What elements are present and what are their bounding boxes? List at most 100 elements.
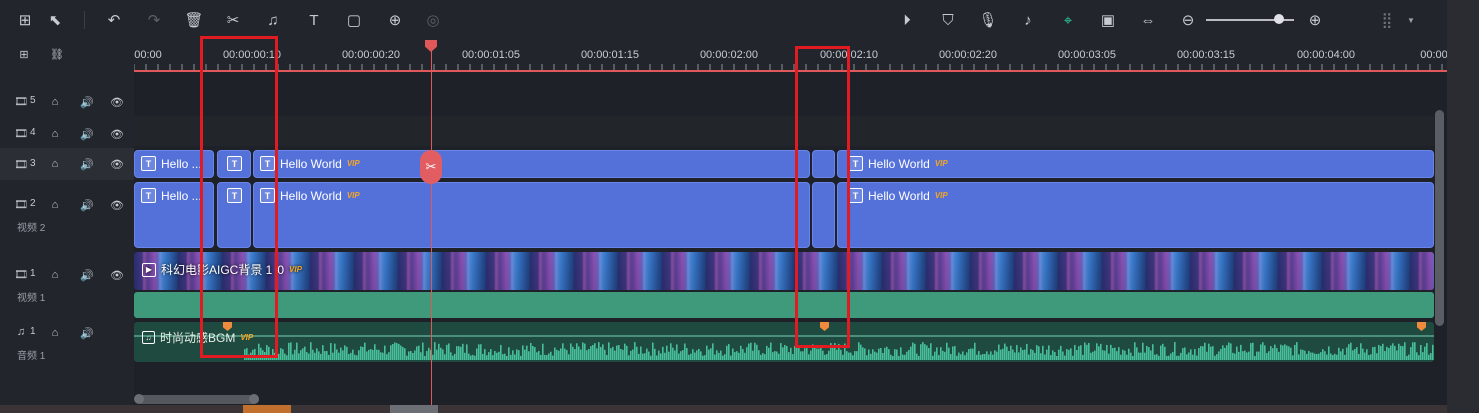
- eye-icon[interactable]: 👁: [109, 157, 125, 171]
- highlight-box: [200, 36, 278, 358]
- clip-title: Hello World: [868, 188, 930, 203]
- audio-waveform: [134, 335, 1434, 360]
- ruler-label: 00:00: [134, 49, 162, 61]
- zoom-in-icon[interactable]: ⊕: [1304, 9, 1326, 31]
- video-audio-strip[interactable]: [134, 292, 1434, 318]
- vertical-scrollbar[interactable]: [1435, 110, 1444, 326]
- text-clip[interactable]: T Hello World VIP: [253, 150, 810, 178]
- undo-icon[interactable]: ↶: [103, 9, 125, 31]
- vip-badge: VIP: [934, 159, 948, 168]
- ruler-label: 00:00:00:20: [341, 49, 401, 61]
- fit-timeline-icon[interactable]: ⇔: [1137, 9, 1159, 31]
- text-clip[interactable]: T Hello World VIP: [837, 182, 1434, 248]
- track-label: 视频 1: [17, 293, 46, 304]
- clip-title: Hello World: [280, 156, 342, 171]
- audio-clip[interactable]: ♫ 时尚动感BGM VIP: [134, 322, 1434, 362]
- vip-badge: VIP: [346, 191, 360, 200]
- render-preview-icon[interactable]: ⏵: [896, 9, 918, 31]
- scroll-handle-right[interactable]: [249, 394, 259, 404]
- ruler-label: 00:00:02:20: [938, 49, 998, 61]
- chevron-down-icon[interactable]: ▼: [1400, 9, 1422, 31]
- lock-icon[interactable]: ⌂: [47, 157, 63, 171]
- eye-icon[interactable]: 👁: [109, 198, 125, 212]
- preview-toggle-icon[interactable]: ▣: [1097, 9, 1119, 31]
- crop-icon[interactable]: ▢: [343, 9, 365, 31]
- clip-title: Hello World: [280, 188, 342, 203]
- clip-title-suffix: 0: [277, 262, 285, 277]
- speaker-icon[interactable]: 🔊: [79, 326, 95, 340]
- horizontal-scrollbar[interactable]: [137, 395, 259, 404]
- lock-icon[interactable]: ⌂: [47, 268, 63, 282]
- zoom-out-icon[interactable]: ⊖: [1177, 9, 1199, 31]
- eye-icon[interactable]: 👁: [109, 95, 125, 109]
- scroll-handle-left[interactable]: [134, 394, 144, 404]
- right-edge-panel: [1447, 0, 1479, 413]
- track-header-4[interactable]: 🎞 4 ⌂ 🔊 👁: [0, 124, 134, 144]
- text-clip-icon: T: [141, 188, 156, 203]
- snap-magnet-icon[interactable]: ⌖: [1057, 9, 1079, 31]
- playhead-line[interactable]: [431, 42, 432, 413]
- lane-5[interactable]: [134, 72, 1434, 104]
- zoom-slider-knob[interactable]: [1274, 14, 1284, 24]
- toolbar-divider: [84, 11, 85, 29]
- bottom-bar-segment: [390, 405, 438, 413]
- speaker-icon[interactable]: 🔊: [79, 198, 95, 212]
- vip-badge: VIP: [289, 265, 302, 274]
- ruler-label: 00:00:03:15: [1176, 49, 1236, 61]
- track-header-audio-1[interactable]: ♫ 1 ⌂ 🔊 音频 1: [0, 324, 134, 364]
- play-icon: ▶: [142, 262, 156, 277]
- timeline-ruler[interactable]: 00:00 00:00:00:10 00:00:00:20 00:00:01:0…: [134, 40, 1447, 72]
- video-track-icon: 🎞: [14, 158, 28, 171]
- settings-grid-icon[interactable]: ⣿: [1376, 9, 1398, 31]
- track-header-5[interactable]: 🎞 5 ⌂ 🔊 👁: [0, 92, 134, 112]
- lock-icon[interactable]: ⌂: [47, 127, 63, 141]
- speaker-icon[interactable]: 🔊: [79, 157, 95, 171]
- speaker-icon[interactable]: 🔊: [79, 127, 95, 141]
- unlink-icon[interactable]: ⛓: [49, 47, 65, 61]
- timeline-tracks[interactable]: T Hello ... T T Hello World VIP T Hello Worl…: [134, 72, 1434, 392]
- add-track-icon[interactable]: ⊞: [16, 47, 32, 61]
- music-note-icon[interactable]: ♪: [1017, 9, 1039, 31]
- text-tool-icon[interactable]: T: [303, 9, 325, 31]
- vip-badge: VIP: [934, 191, 948, 200]
- eye-icon[interactable]: 👁: [109, 127, 125, 141]
- audio-edit-icon[interactable]: ♫: [262, 9, 284, 31]
- text-clip-icon: T: [848, 188, 863, 203]
- track-number: 3: [30, 158, 36, 169]
- eye-icon[interactable]: 👁: [109, 268, 125, 282]
- select-cursor-icon[interactable]: ⬉: [44, 9, 66, 31]
- marker-icon[interactable]: ⛉: [937, 9, 959, 31]
- ruler-label: 00:00:01:15: [580, 49, 640, 61]
- text-clip[interactable]: T Hello World VIP: [253, 182, 810, 248]
- delete-icon[interactable]: 🗑: [183, 9, 205, 31]
- ruler-label: 00:00:01:05: [461, 49, 521, 61]
- redo-icon[interactable]: ↷: [143, 9, 165, 31]
- toolbar: ⊞ ⬉ ↶ ↷ 🗑 ✂ ♫ T ▢ ⊕ ◎ ⏵ ⛉ 🎙 ♪ ⌖ ▣ ⇔ ⊖ ⊕ …: [0, 0, 1447, 40]
- ruler-label: 00:00:02:00: [699, 49, 759, 61]
- track-header-panel: ⊞ ⛓ 🎞 5 ⌂ 🔊 👁 🎞 4 ⌂ 🔊 👁 🎞 3 ⌂ 🔊 👁 🎞 2 ⌂ …: [0, 40, 134, 413]
- speaker-icon[interactable]: 🔊: [79, 95, 95, 109]
- clip-title: Hello ...: [161, 156, 202, 171]
- video-clip[interactable]: ▶ 科幻电影AIGC背景 10 VIP: [134, 252, 1434, 290]
- split-scissors-icon[interactable]: ✂: [420, 150, 442, 184]
- split-scissors-icon[interactable]: ✂: [222, 9, 244, 31]
- text-clip-icon: T: [141, 156, 156, 171]
- speaker-icon[interactable]: 🔊: [79, 268, 95, 282]
- video-track-icon: 🎞: [14, 127, 28, 140]
- track-header-3[interactable]: 🎞 3 ⌂ 🔊 👁: [0, 148, 134, 180]
- color-palette-icon[interactable]: ◎: [422, 9, 444, 31]
- lock-icon[interactable]: ⌂: [47, 95, 63, 109]
- video-track-icon: 🎞: [14, 198, 28, 211]
- audio-track-icon: ♫: [16, 326, 26, 338]
- lock-icon[interactable]: ⌂: [47, 326, 63, 340]
- text-clip[interactable]: T Hello World VIP: [837, 150, 1434, 178]
- layout-grid-icon[interactable]: ⊞: [14, 9, 36, 31]
- lock-icon[interactable]: ⌂: [47, 198, 63, 212]
- track-header-2[interactable]: 🎞 2 ⌂ 🔊 👁 视频 2: [0, 190, 134, 242]
- track-number: 4: [30, 127, 36, 138]
- text-to-speech-icon[interactable]: ⊕: [384, 9, 406, 31]
- lane-4[interactable]: [134, 116, 1434, 146]
- track-number: 1: [30, 268, 36, 279]
- microphone-icon[interactable]: 🎙: [977, 9, 999, 31]
- track-header-1[interactable]: 🎞 1 ⌂ 🔊 👁 视频 1: [0, 262, 134, 312]
